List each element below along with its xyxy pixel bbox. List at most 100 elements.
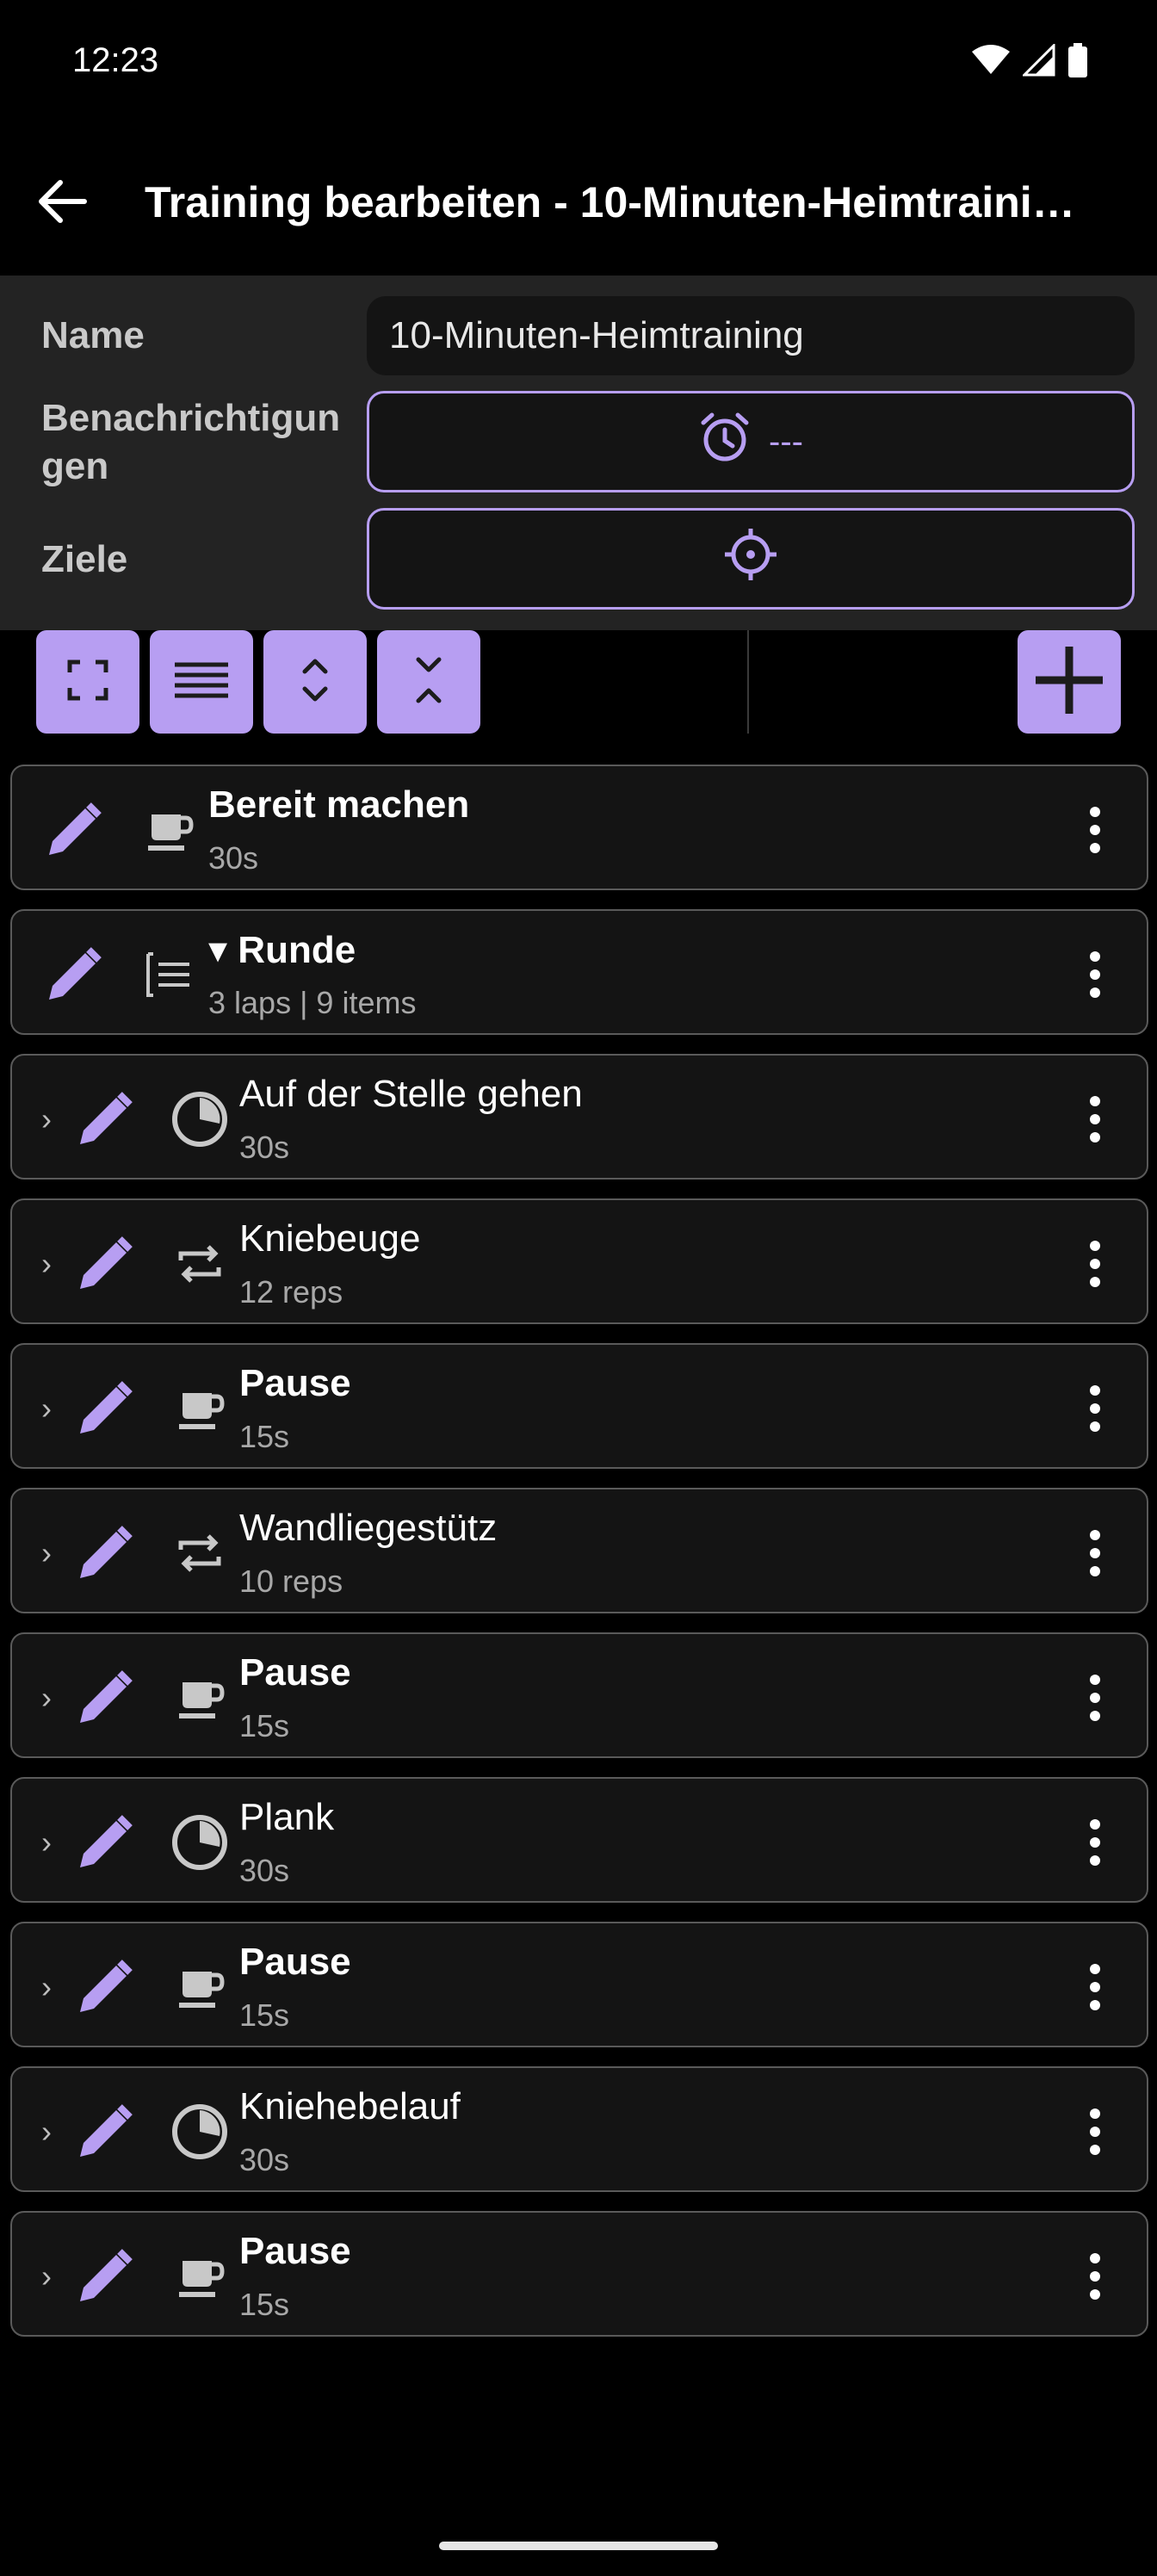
- item-title: Wandliegestütz: [239, 1507, 498, 1549]
- item-title: Pause: [239, 1651, 351, 1694]
- wifi-icon: [971, 45, 1011, 80]
- collapse-all-button[interactable]: [377, 630, 480, 734]
- status-icons: [971, 42, 1088, 82]
- list-view-button[interactable]: [150, 630, 253, 734]
- list-item[interactable]: › Pause 15s: [10, 2211, 1148, 2337]
- expand-chevron-icon[interactable]: ›: [41, 1970, 67, 2004]
- arrow-left-icon: [36, 179, 88, 228]
- notifications-value: ---: [769, 422, 803, 461]
- expand-chevron-icon[interactable]: ›: [41, 2259, 67, 2294]
- more-vert-icon[interactable]: [1069, 1811, 1121, 1873]
- coffee-cup-icon: [169, 1378, 231, 1440]
- timer-pie-icon: [169, 2101, 231, 2163]
- item-subtitle: 15s: [239, 1997, 290, 2033]
- repeat-icon: [169, 1233, 231, 1295]
- item-title: Auf der Stelle gehen: [239, 1073, 583, 1115]
- coffee-cup-icon: [138, 799, 200, 861]
- edit-pencil-icon[interactable]: [72, 1087, 138, 1152]
- notifications-button[interactable]: ---: [367, 391, 1135, 492]
- item-subtitle: 30s: [208, 840, 259, 876]
- list-item[interactable]: › Auf der Stelle gehen 30s: [10, 1054, 1148, 1180]
- edit-pencil-icon[interactable]: [72, 1665, 138, 1731]
- edit-pencil-icon[interactable]: [72, 1231, 138, 1297]
- expand-chevron-icon[interactable]: ›: [41, 1681, 67, 1715]
- item-subtitle: 10 reps: [239, 1564, 343, 1599]
- name-field[interactable]: 10-Minuten-Heimtraining: [367, 296, 1135, 375]
- item-subtitle: 15s: [239, 1708, 290, 1743]
- collapse-all-icon: [411, 654, 446, 710]
- list-item[interactable]: › Pause 15s: [10, 1632, 1148, 1758]
- notifications-label: Benachrichtigun gen: [41, 397, 341, 487]
- item-subtitle: 30s: [239, 2142, 290, 2177]
- list-item[interactable]: › Wandliegestütz 10 reps: [10, 1488, 1148, 1613]
- gesture-nav-handle: [439, 2542, 718, 2550]
- edit-pencil-icon[interactable]: [72, 1954, 138, 2020]
- goals-button[interactable]: [367, 508, 1135, 610]
- coffee-cup-icon: [169, 1956, 231, 2018]
- add-item-button[interactable]: [1018, 630, 1121, 734]
- item-subtitle: 3 laps | 9 items: [208, 985, 417, 1020]
- item-title: Plank: [239, 1796, 335, 1838]
- expand-chevron-icon[interactable]: ›: [41, 1247, 67, 1281]
- nested-list-icon: [138, 944, 200, 1006]
- list-item[interactable]: › Plank 30s: [10, 1777, 1148, 1903]
- status-bar: 12:23: [0, 0, 1157, 129]
- more-vert-icon[interactable]: [1069, 799, 1121, 861]
- edit-pencil-icon[interactable]: [72, 2099, 138, 2164]
- name-value: 10-Minuten-Heimtraining: [389, 314, 804, 356]
- signal-icon: [1021, 42, 1055, 81]
- more-vert-icon[interactable]: [1069, 1088, 1121, 1150]
- list-item[interactable]: › Kniebeuge 12 reps: [10, 1198, 1148, 1324]
- expand-chevron-icon[interactable]: ›: [41, 2115, 67, 2149]
- edit-pencil-icon[interactable]: [72, 1810, 138, 1875]
- more-vert-icon[interactable]: [1069, 1233, 1121, 1295]
- item-subtitle: 30s: [239, 1130, 290, 1165]
- edit-pencil-icon[interactable]: [72, 1376, 138, 1441]
- alarm-clock-icon: [698, 411, 752, 473]
- list-item[interactable]: › Pause 15s: [10, 1922, 1148, 2047]
- more-vert-icon[interactable]: [1069, 1522, 1121, 1584]
- list-item[interactable]: › Pause 15s: [10, 1343, 1148, 1469]
- back-button[interactable]: [31, 172, 93, 234]
- item-title: Bereit machen: [208, 783, 470, 826]
- edit-pencil-icon[interactable]: [41, 942, 107, 1007]
- expand-chevron-icon[interactable]: ›: [41, 1391, 67, 1426]
- item-title: ▾ Runde: [208, 929, 356, 971]
- edit-pencil-icon[interactable]: [72, 1520, 138, 1586]
- item-subtitle: 15s: [239, 1419, 290, 1454]
- more-vert-icon[interactable]: [1069, 1667, 1121, 1729]
- expand-chevron-icon[interactable]: ›: [41, 1536, 67, 1570]
- fullscreen-button[interactable]: [36, 630, 139, 734]
- coffee-cup-icon: [169, 1667, 231, 1729]
- item-title: Pause: [239, 2230, 351, 2272]
- item-title: Pause: [239, 1362, 351, 1404]
- more-vert-icon[interactable]: [1069, 1956, 1121, 2018]
- more-vert-icon[interactable]: [1069, 944, 1121, 1006]
- item-subtitle: 15s: [239, 2287, 290, 2322]
- list-item[interactable]: ▾ Runde 3 laps | 9 items: [10, 909, 1148, 1035]
- edit-pencil-icon[interactable]: [41, 797, 107, 863]
- timer-pie-icon: [169, 1088, 231, 1150]
- expand-chevron-icon[interactable]: ›: [41, 1825, 67, 1860]
- expand-icon: [66, 659, 109, 706]
- list-item[interactable]: Bereit machen 30s: [10, 765, 1148, 890]
- list-item[interactable]: › Kniehebelauf 30s: [10, 2066, 1148, 2192]
- more-vert-icon[interactable]: [1069, 2101, 1121, 2163]
- repeat-icon: [169, 1522, 231, 1584]
- more-vert-icon[interactable]: [1069, 2245, 1121, 2307]
- toolbar-divider: [747, 630, 749, 734]
- timer-pie-icon: [169, 1811, 231, 1873]
- expand-all-button[interactable]: [263, 630, 367, 734]
- crosshair-icon: [723, 527, 778, 591]
- page-title: Training bearbeiten - 10-Minuten-Heimtra…: [145, 178, 1075, 226]
- name-label: Name: [41, 314, 145, 356]
- expand-chevron-icon[interactable]: ›: [41, 1102, 67, 1136]
- goals-label: Ziele: [41, 538, 128, 580]
- app-bar: Training bearbeiten - 10-Minuten-Heimtra…: [0, 129, 1157, 276]
- workout-settings-panel: Name 10-Minuten-Heimtraining Benachricht…: [0, 276, 1157, 630]
- more-vert-icon[interactable]: [1069, 1378, 1121, 1440]
- edit-pencil-icon[interactable]: [72, 2244, 138, 2309]
- battery-icon: [1067, 43, 1088, 82]
- plus-icon: [1030, 641, 1108, 723]
- item-title: Pause: [239, 1941, 351, 1983]
